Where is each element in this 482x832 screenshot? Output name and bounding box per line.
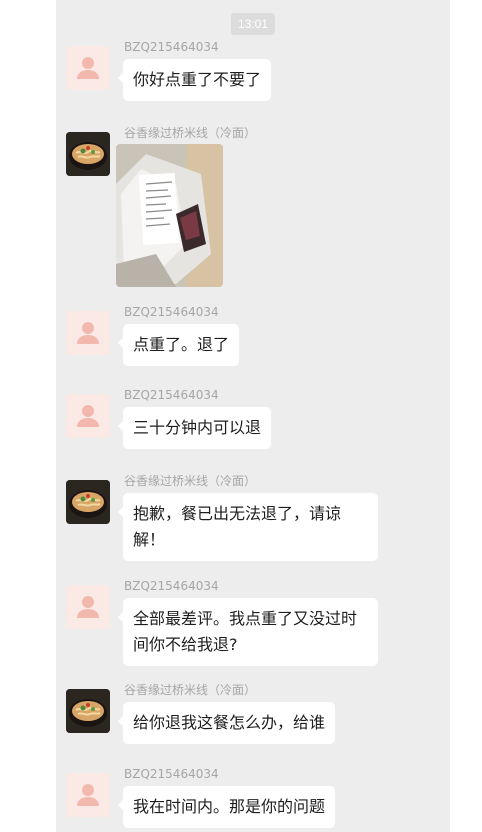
message-bubble[interactable]: 抱歉，餐已出无法退了，请谅解！ xyxy=(118,493,378,561)
receipt-photo[interactable] xyxy=(116,144,223,287)
chat-panel: 13:01 BZQ215464034 你好点重了不要了 谷香缘过桥米线（冷面） xyxy=(56,0,450,832)
user-avatar-icon[interactable] xyxy=(66,311,110,355)
user-avatar-icon[interactable] xyxy=(66,585,110,629)
user-avatar-icon[interactable] xyxy=(66,773,110,817)
user-avatar-icon[interactable] xyxy=(66,46,110,90)
timestamp: 13:01 xyxy=(231,13,275,35)
sender-name: 谷香缘过桥米线（冷面） xyxy=(124,474,257,488)
shop-avatar-icon[interactable] xyxy=(66,480,110,524)
shop-avatar-icon[interactable] xyxy=(66,132,110,176)
message-bubble[interactable]: 点重了。退了 xyxy=(117,324,240,366)
user-avatar-icon[interactable] xyxy=(66,394,110,438)
sender-name: BZQ215464034 xyxy=(124,305,219,319)
message-bubble[interactable]: 我在时间内。那是你的问题 xyxy=(117,786,336,828)
sender-name: 谷香缘过桥米线（冷面） xyxy=(124,126,257,140)
message-bubble[interactable]: 三十分钟内可以退 xyxy=(117,407,272,449)
sender-name: 谷香缘过桥米线（冷面） xyxy=(124,683,257,697)
message-bubble[interactable]: 全部最差评。我点重了又没过时间你不给我退? xyxy=(118,598,378,666)
sender-name: BZQ215464034 xyxy=(124,579,219,593)
message-bubble[interactable]: 给你退我这餐怎么办，给谁 xyxy=(117,702,336,744)
sender-name: BZQ215464034 xyxy=(124,40,219,54)
message-bubble[interactable]: 你好点重了不要了 xyxy=(117,59,272,101)
sender-name: BZQ215464034 xyxy=(124,388,219,402)
shop-avatar-icon[interactable] xyxy=(66,689,110,733)
sender-name: BZQ215464034 xyxy=(124,767,219,781)
